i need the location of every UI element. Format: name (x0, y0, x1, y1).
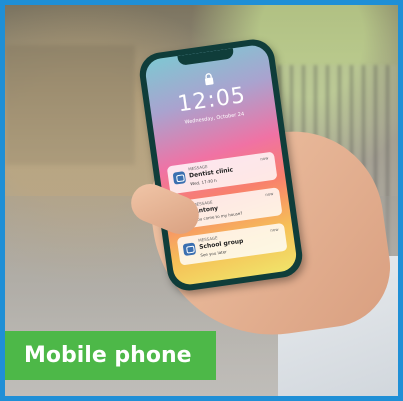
notification-body: See you later (200, 249, 228, 258)
message-icon (182, 242, 197, 256)
phone-notch (177, 48, 235, 66)
image-frame: 12:05 Wednesday, October 24 MESSAGE now … (0, 0, 403, 401)
notification-time: now (259, 155, 269, 162)
notification-body: Wed, 17:30 h (189, 177, 218, 187)
caption-label: Mobile phone (5, 331, 216, 380)
lock-icon (204, 73, 214, 86)
notification-card[interactable]: MESSAGE now Dentist clinic Wed, 17:30 h (166, 151, 278, 195)
notification-card[interactable]: MESSAGE now School group See you later (176, 222, 288, 266)
notification-time: now (269, 226, 279, 233)
message-icon (172, 171, 187, 185)
background-building (5, 45, 135, 165)
lock-screen: 12:05 Wednesday, October 24 MESSAGE now … (143, 43, 299, 287)
notification-time: now (264, 190, 274, 198)
